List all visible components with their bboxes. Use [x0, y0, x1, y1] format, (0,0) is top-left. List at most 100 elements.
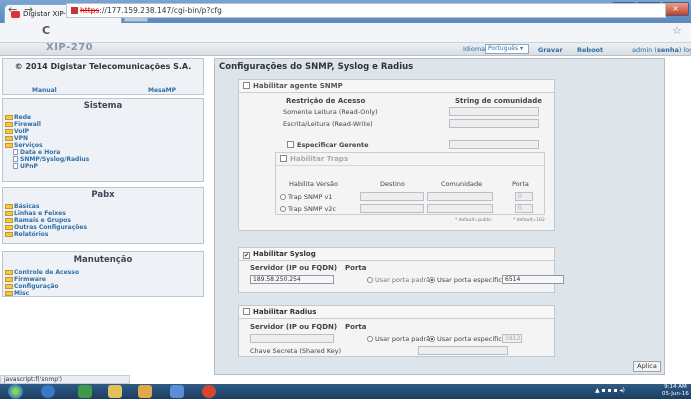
admin-area: admin (senha) logo	[632, 46, 691, 54]
senha-link[interactable]: senha	[657, 46, 679, 54]
page-title: Configurações do SNMP, Syslog e Radius	[219, 62, 414, 72]
mesamp-link[interactable]: MesaMP	[148, 87, 176, 94]
menu-rede[interactable]: Rede	[5, 114, 203, 121]
folder-icon	[5, 270, 13, 275]
trap-v2-row: Trap SNMP v2c	[280, 205, 336, 213]
language-select[interactable]: Português ▾	[485, 44, 529, 54]
menu-firmware[interactable]: Firmware	[5, 276, 203, 283]
folder-icon	[5, 225, 13, 230]
folder-icon	[5, 129, 13, 134]
folder-icon	[5, 122, 13, 127]
pabx-title: Pabx	[91, 190, 115, 200]
menu-upnp[interactable]: UPnP	[13, 163, 203, 170]
read-only-label: Somente Leitura (Read-Only)	[283, 108, 378, 116]
apply-button[interactable]: Aplica	[633, 361, 661, 372]
word-icon[interactable]	[170, 385, 184, 398]
excel-icon[interactable]	[78, 385, 92, 398]
folder-open-icon	[5, 143, 13, 148]
gerente-input[interactable]	[449, 140, 539, 149]
file-explorer-icon[interactable]	[108, 385, 122, 398]
menu-data-hora[interactable]: Data e Hora	[13, 149, 203, 156]
menu-snmp-syslog-radius[interactable]: SNMP/Syslog/Radius	[13, 156, 203, 163]
forward-icon[interactable]: →	[24, 3, 33, 16]
syslog-porta-padrao-radio[interactable]	[367, 277, 373, 283]
gravar-link[interactable]: Gravar	[538, 46, 563, 54]
traps-enable-checkbox[interactable]	[280, 155, 287, 162]
url-scheme: https	[80, 6, 100, 15]
trap-v2-destino-input[interactable]	[360, 204, 424, 213]
insecure-lock-icon	[71, 7, 78, 14]
syslog-porta-input[interactable]: 6514	[502, 275, 564, 284]
system-tray[interactable]: ▲ ▪ ▪ ▪ ◂)	[595, 387, 625, 394]
folder-icon	[5, 291, 13, 296]
radius-porta-input[interactable]: 1812	[502, 334, 522, 343]
syslog-servidor-label: Servidor (IP ou FQDN)	[250, 264, 338, 272]
read-only-community-input[interactable]	[449, 107, 539, 116]
sistema-menu: Sistema Rede Firewall VoIP VPN Serviços …	[2, 98, 204, 182]
media-player-icon[interactable]	[41, 385, 55, 398]
menu-firewall[interactable]: Firewall	[5, 121, 203, 128]
menu-voip[interactable]: VoIP	[5, 128, 203, 135]
trap-v1-comunidade-input[interactable]	[427, 192, 493, 201]
radius-porta-padrao-radio[interactable]	[367, 336, 373, 342]
reload-icon[interactable]: C	[42, 24, 50, 37]
folder-icon	[5, 211, 13, 216]
radius-header: Habilitar Radius	[239, 306, 554, 319]
menu-outras-configuracoes[interactable]: Outras Configurações	[5, 224, 203, 231]
window-close-button[interactable]: ×	[662, 2, 689, 16]
radius-chave-input[interactable]	[418, 346, 508, 355]
taskbar	[0, 384, 691, 399]
folder-icon	[5, 115, 13, 120]
url-rest: ://177.159.238.147/cgi-bin/p?cfg	[99, 6, 222, 15]
folder-app-icon[interactable]	[138, 385, 152, 398]
manual-link[interactable]: Manual	[32, 87, 57, 94]
especificar-gerente-row: Especificar Gerente	[287, 141, 368, 149]
menu-misc[interactable]: Misc	[5, 290, 203, 297]
reboot-link[interactable]: Reboot	[577, 46, 603, 54]
trap-v1-radio[interactable]	[280, 194, 286, 200]
syslog-enable-checkbox[interactable]: ✔	[243, 252, 250, 259]
trap-v2-radio[interactable]	[280, 206, 286, 212]
menu-relatorios[interactable]: Relatórios	[5, 231, 203, 238]
radius-porta-label: Porta	[345, 323, 367, 331]
folder-icon	[5, 284, 13, 289]
trap-v2-comunidade-input[interactable]	[427, 204, 493, 213]
manutencao-title: Manutenção	[73, 255, 133, 265]
menu-ramais-grupos[interactable]: Ramais e Grupos	[5, 217, 203, 224]
menu-controle-acesso[interactable]: Controle de Acesso	[5, 269, 203, 276]
snmp-enable-checkbox[interactable]	[243, 82, 250, 89]
clock[interactable]: 9:14 AM 05-Jun-16	[662, 384, 689, 398]
chrome-icon[interactable]	[202, 385, 216, 398]
copyright-text: © 2014 Digistar Telecomunicações S.A.	[14, 62, 192, 71]
folder-icon	[5, 232, 13, 237]
radius-porta-especifica-radio[interactable]	[429, 336, 435, 342]
radius-servidor-input[interactable]	[250, 334, 334, 343]
radius-porta-padrao: Usar porta padrão	[367, 335, 434, 343]
syslog-porta-padrao: Usar porta padrão	[367, 276, 434, 284]
folder-icon	[5, 136, 13, 141]
bookmark-star-icon[interactable]: ☆	[672, 24, 682, 37]
address-bar[interactable]: https://177.159.238.147/cgi-bin/p?cfg	[66, 3, 666, 18]
menu-vpn[interactable]: VPN	[5, 135, 203, 142]
admin-prefix: admin (	[632, 46, 657, 54]
radius-enable-checkbox[interactable]	[243, 308, 250, 315]
trap-v2-porta-input[interactable]: 0	[515, 204, 533, 213]
trap-v1-porta-input[interactable]: 0	[515, 192, 533, 201]
trap-v1-destino-input[interactable]	[360, 192, 424, 201]
logout-link[interactable]: ) logo	[679, 46, 691, 54]
document-icon	[13, 156, 18, 162]
read-write-community-input[interactable]	[449, 119, 539, 128]
string-comunidade-header: String de comunidade	[455, 97, 542, 105]
menu-servicos[interactable]: Serviços	[5, 142, 203, 149]
back-icon[interactable]: ←	[8, 3, 17, 16]
menu-basicas[interactable]: Básicas	[5, 203, 203, 210]
syslog-servidor-input[interactable]: 189.58.250.254	[250, 275, 334, 284]
especificar-gerente-checkbox[interactable]	[287, 141, 294, 148]
language-label: Idioma:	[463, 45, 488, 53]
syslog-porta-especifica-radio[interactable]	[429, 277, 435, 283]
menu-configuracao[interactable]: Configuração	[5, 283, 203, 290]
folder-icon	[5, 277, 13, 282]
menu-linhas-feixes[interactable]: Linhas e Feixes	[5, 210, 203, 217]
start-button[interactable]	[8, 384, 23, 399]
brand-logo: XIP-270	[46, 42, 94, 53]
